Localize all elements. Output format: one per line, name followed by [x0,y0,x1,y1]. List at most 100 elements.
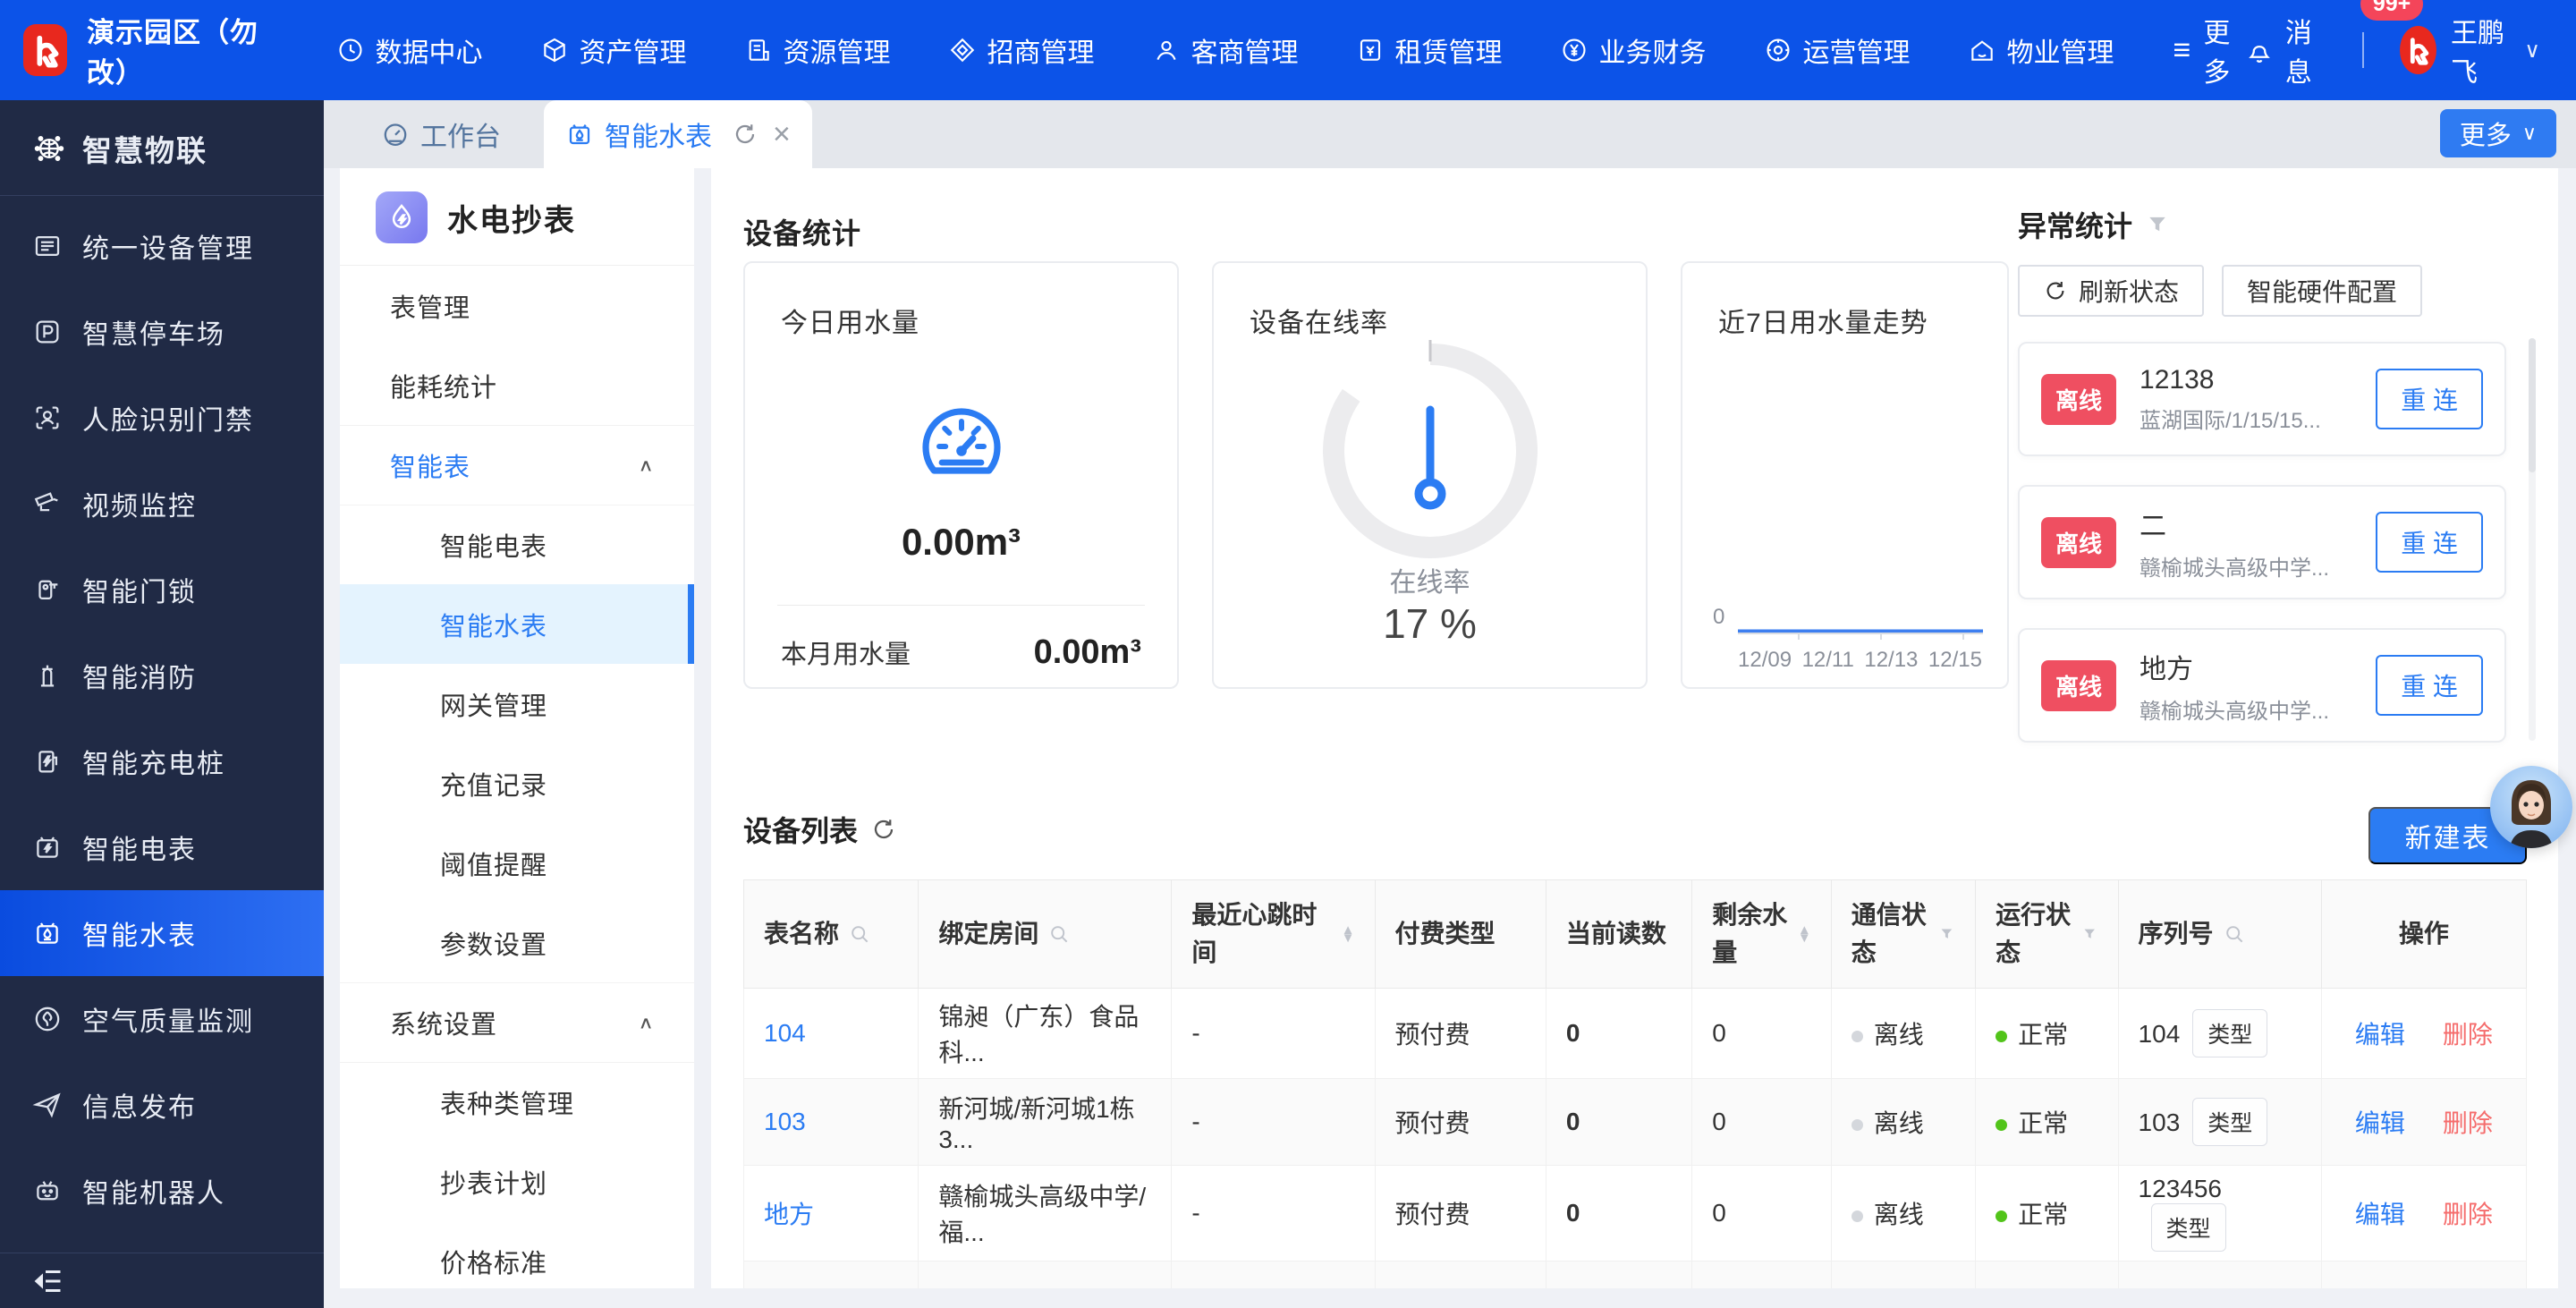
cell-room: 新河城/新河城1栋3... [919,1079,1172,1166]
assistant-avatar[interactable] [2490,766,2572,848]
hardware-config-button[interactable]: 智能硬件配置 [2222,265,2422,317]
sidebar-item-info-publish[interactable]: 信息发布 [0,1062,324,1148]
tab-workbench[interactable]: 工作台 [354,100,528,168]
sidebar-item-smart-fire[interactable]: 智能消防 [0,633,324,718]
search-icon[interactable] [2223,922,2246,946]
sidebar-item-smart-water-meter[interactable]: 智能水表 [0,890,324,976]
col-serial[interactable]: 序列号 [2118,880,2321,989]
edit-link[interactable]: 编辑 [2355,1109,2405,1137]
menu-item-price-standard[interactable]: 价格标准 [340,1221,694,1288]
cell-heartbeat: - [1172,1166,1375,1261]
sidebar-item-face-access[interactable]: 人脸识别门禁 [0,375,324,461]
nav-item-investment-mgmt[interactable]: 招商管理 [948,30,1095,70]
reconnect-button[interactable]: 重 连 [2376,512,2483,573]
messages-button[interactable]: 消息 99+ [2244,11,2317,89]
type-tag[interactable]: 类型 [2192,1009,2267,1057]
col-pay-type: 付费类型 [1375,880,1546,989]
menu-item-label: 表管理 [390,287,470,325]
menu-item-recharge-records[interactable]: 充值记录 [340,743,694,823]
parking-icon [32,317,63,347]
col-comm-status[interactable]: 通信状态 [1831,880,1975,989]
sidebar-item-smart-parking[interactable]: 智慧停车场 [0,289,324,375]
tab-smart-water-meter[interactable]: 智能水表 × [544,100,812,168]
filter-funnel-icon[interactable] [1938,923,1955,945]
menu-item-meter-type-mgmt[interactable]: 表种类管理 [340,1062,694,1142]
tab-refresh-icon[interactable] [732,121,758,148]
user-chevron-down-icon[interactable]: ∨ [2524,38,2540,64]
nav-more-button[interactable]: ≡更多 [2174,11,2244,89]
type-tag[interactable]: 类型 [2192,1098,2267,1146]
menu-item-meter-mgmt[interactable]: 表管理 [340,266,694,345]
cell-serial: 123456类型 [2118,1166,2321,1261]
sidebar-item-label: 空气质量监测 [82,999,254,1039]
device-location: 赣榆城头高级中学... [2140,693,2376,725]
sidebar-item-smart-robot[interactable]: 智能机器人 [0,1148,324,1234]
nav-item-resource-mgmt[interactable]: 资源管理 [744,30,891,70]
delete-link[interactable]: 删除 [2443,1021,2493,1049]
sidebar-item-unified-device-mgmt[interactable]: 统一设备管理 [0,203,324,289]
sidebar-item-smart-charging[interactable]: 智能充电桩 [0,718,324,804]
type-tag[interactable]: 类型 [2151,1203,2226,1252]
top-nav-right: 消息 99+ 王鹏飞 ∨ [2244,11,2540,89]
sort-icon[interactable]: ▲▼ [1798,926,1811,943]
tab-close-icon[interactable]: × [773,119,791,149]
sidebar-item-video-surveillance[interactable]: 视频监控 [0,461,324,547]
sidebar-item-air-quality[interactable]: 空气质量监测 [0,976,324,1062]
nav-item-lease-mgmt[interactable]: 租赁管理 [1356,30,1503,70]
nav-item-property-mgmt[interactable]: 物业管理 [1968,30,2114,70]
delete-link[interactable]: 删除 [2443,1109,2493,1137]
sidebar-item-label: 智能充电桩 [82,742,225,781]
col-bound-room[interactable]: 绑定房间 [919,880,1172,989]
menu-item-energy-stats[interactable]: 能耗统计 [340,345,694,425]
messages-label: 消息 [2285,11,2317,89]
nav-item-finance[interactable]: 业务财务 [1560,30,1707,70]
menu-item-smart-electric-meter[interactable]: 智能电表 [340,505,694,584]
sidebar-item-smart-lock[interactable]: 智能门锁 [0,547,324,633]
refresh-status-label: 刷新状态 [2079,273,2179,309]
col-last-heartbeat[interactable]: 最近心跳时间▲▼ [1172,880,1375,989]
today-usage-card: 今日用水量 0.00m³ 本月用水量 0.00m³ [743,261,1179,689]
edit-link[interactable]: 编辑 [2355,1021,2405,1049]
sidebar-item-smart-electric-meter[interactable]: 智能电表 [0,804,324,890]
list-refresh-icon[interactable] [870,816,897,843]
app-logo[interactable] [23,24,67,76]
nav-item-customer-mgmt[interactable]: 客商管理 [1152,30,1299,70]
filter-funnel-icon[interactable] [2145,212,2170,237]
menu-item-gateway-mgmt[interactable]: 网关管理 [340,664,694,743]
user-name[interactable]: 王鹏飞 [2451,11,2512,89]
menu-item-threshold-alerts[interactable]: 阈值提醒 [340,823,694,903]
meter-name-link[interactable]: 103 [764,1108,806,1135]
edit-link[interactable]: 编辑 [2355,1201,2405,1228]
sort-icon[interactable]: ▲▼ [1342,926,1355,943]
filter-funnel-icon[interactable] [2081,923,2097,945]
refresh-status-button[interactable]: 刷新状态 [2018,265,2204,317]
cell-serial: 103类型 [2118,1079,2321,1166]
tabbar-more-button[interactable]: 更多 ∨ [2440,109,2556,157]
search-icon[interactable] [1047,922,1071,946]
park-name[interactable]: 演示园区（勿改） [87,10,280,90]
col-run-status[interactable]: 运行状态 [1976,880,2118,989]
trend-title: 近7日用水量走势 [1718,301,1928,340]
tabbar-more-label: 更多 [2460,115,2512,152]
delete-link[interactable]: 删除 [2443,1201,2493,1228]
nav-item-operations-mgmt[interactable]: 运营管理 [1764,30,1911,70]
exception-scrollbar[interactable] [2529,338,2536,741]
meter-name-link[interactable]: 104 [764,1019,806,1047]
menu-item-smart-water-meter[interactable]: 智能水表 [340,584,694,664]
secondary-menu: 表管理 能耗统计 智能表∧ 智能电表 智能水表 网关管理 充值记录 阈值提醒 参… [340,266,694,1288]
col-meter-name[interactable]: 表名称 [744,880,919,989]
nav-item-asset-mgmt[interactable]: 资产管理 [540,30,687,70]
reconnect-button[interactable]: 重 连 [2376,369,2483,429]
menu-group-system-settings[interactable]: 系统设置∧ [340,982,694,1062]
menu-group-smart-meter[interactable]: 智能表∧ [340,425,694,505]
nav-item-data-center[interactable]: 数据中心 [336,30,483,70]
user-avatar[interactable] [2400,26,2436,74]
meter-name-link[interactable]: 地方 [764,1201,814,1228]
water-gauge-icon [919,397,1004,483]
reconnect-button[interactable]: 重 连 [2376,655,2483,716]
menu-item-reading-plan[interactable]: 抄表计划 [340,1142,694,1221]
menu-item-param-settings[interactable]: 参数设置 [340,903,694,982]
collapse-sidebar-icon[interactable] [32,1265,64,1297]
search-icon[interactable] [848,922,871,946]
col-remaining-water[interactable]: 剩余水量▲▼ [1692,880,1831,989]
